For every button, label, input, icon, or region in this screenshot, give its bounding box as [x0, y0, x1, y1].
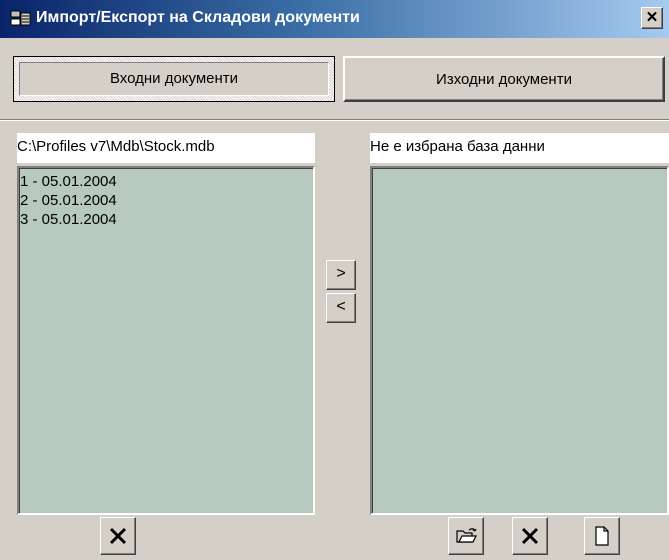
left-database-path: C:\Profiles v7\Mdb\Stock.mdb [17, 133, 315, 163]
close-icon: ✕ [645, 9, 659, 26]
list-item[interactable]: 2 - 05.01.2004 [20, 191, 313, 210]
left-delete-button[interactable] [100, 517, 136, 555]
close-button[interactable]: ✕ [641, 7, 663, 29]
right-document-list[interactable] [370, 166, 669, 515]
move-right-button[interactable]: > [326, 260, 356, 290]
right-database-path: Не е избрана база данни [370, 133, 669, 163]
window-title: Импорт/Експорт на Складови документи [36, 9, 360, 26]
delete-x-icon [521, 527, 539, 545]
list-item[interactable]: 3 - 05.01.2004 [20, 210, 313, 229]
list-item[interactable]: 1 - 05.01.2004 [20, 172, 313, 191]
new-document-icon [595, 526, 609, 546]
delete-x-icon [109, 527, 127, 545]
database-icon [10, 9, 32, 29]
separator [0, 119, 669, 121]
left-document-list[interactable]: 1 - 05.01.2004 2 - 05.01.2004 3 - 05.01.… [17, 166, 315, 515]
move-left-button[interactable]: < [326, 293, 356, 323]
tab-incoming-documents[interactable]: Входни документи [13, 56, 335, 102]
open-database-button[interactable] [448, 517, 484, 555]
tab-outgoing-documents[interactable]: Изходни документи [343, 56, 665, 102]
import-export-window: Импорт/Експорт на Складови документи ✕ В… [0, 0, 669, 560]
tab-incoming-label: Входни документи [19, 62, 329, 96]
title-bar[interactable]: Импорт/Експорт на Складови документи ✕ [0, 0, 669, 38]
right-delete-button[interactable] [512, 517, 548, 555]
open-folder-icon [456, 528, 477, 543]
new-document-button[interactable] [584, 517, 620, 555]
